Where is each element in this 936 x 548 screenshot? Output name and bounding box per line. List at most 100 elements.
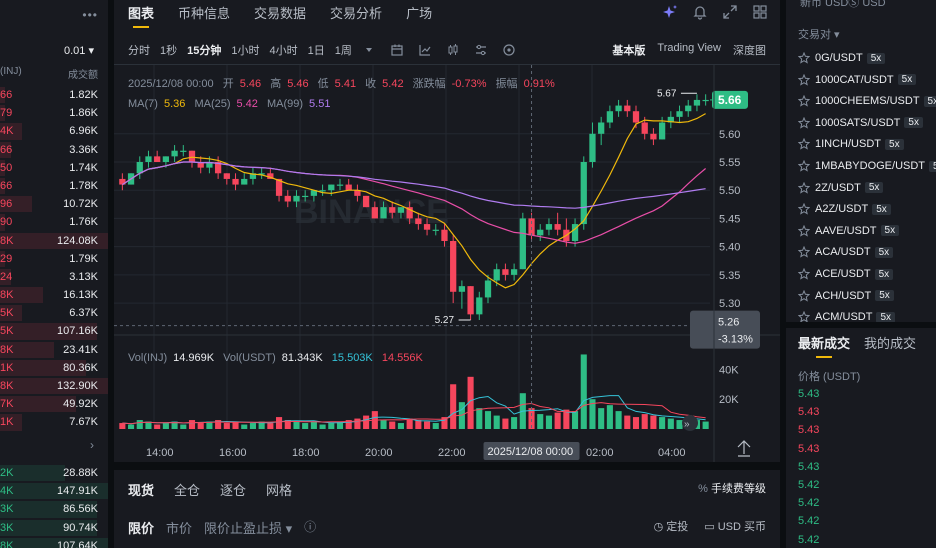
chart-tab-0[interactable]: 图表 [128,3,154,28]
star-icon[interactable] [797,51,811,64]
candle-body [328,184,335,191]
star-icon[interactable] [797,224,811,237]
star-icon[interactable] [797,116,811,129]
order-book-row[interactable]: 4K 6.96K [0,122,108,140]
pair-row[interactable]: ACA/USDT 5x [797,242,894,262]
order-book-row[interactable]: 3K 90.74K [0,519,108,537]
dca-button[interactable]: ◷ 定投 [654,518,689,534]
star-icon[interactable] [797,246,811,259]
bell-icon[interactable] [692,4,708,20]
pair-row[interactable]: 2Z/USDT 5x [797,178,884,198]
order-book-row[interactable]: 4K 147.91K [0,482,108,500]
pair-row[interactable]: 1000CAT/USDT 5x [797,70,917,90]
chart-tab-3[interactable]: 交易分析 [330,3,382,28]
interval-5[interactable]: 1日 [308,42,325,58]
order-book-row[interactable]: 8K 107.64K [0,537,108,548]
order-book-row[interactable]: 50 1.74K [0,159,108,177]
pair-row[interactable]: 0G/USDT 5x [797,48,886,68]
expand-icon[interactable] [722,4,738,20]
order-book-row[interactable]: 96 10.72K [0,195,108,213]
pair-row[interactable]: ACH/USDT 5x [797,286,894,306]
reset-axis-icon[interactable] [737,440,751,457]
trades-tab-0[interactable]: 最新成交 [798,333,850,358]
order-type-2[interactable]: 限价止盈止损 ▾ [204,518,292,537]
interval-0[interactable]: 分时 [128,42,150,58]
pair-row[interactable]: ACE/USDT 5x [797,264,894,284]
candlestick-chart[interactable]: BINANCE 5.675.27 5.605.555.505.455.405.3… [114,65,780,462]
interval-4[interactable]: 4小时 [270,42,298,58]
order-book-row[interactable]: 7K 49.92K [0,395,108,413]
settings-sliders-icon[interactable] [474,43,488,57]
order-book-row[interactable]: 8K 132.90K [0,377,108,395]
order-book-row[interactable]: 5K 107.16K [0,322,108,340]
view-option-0[interactable]: 基本版 [612,42,645,58]
star-icon[interactable] [797,138,811,151]
candle-body [441,229,448,241]
trade-tab-0[interactable]: 现货 [128,480,154,499]
pair-row[interactable]: A2Z/USDT 5x [797,199,891,219]
calendar-icon[interactable] [390,43,404,57]
star-icon[interactable] [797,181,811,194]
time-tick: 16:00 [219,447,247,459]
info-icon[interactable]: ⓘ [304,518,316,537]
fee-level[interactable]: % 手续费等级 [698,480,766,496]
caret-down-icon[interactable] [362,43,376,57]
leverage-badge: 5x [872,203,891,215]
star-icon[interactable] [797,94,811,107]
line-chart-icon[interactable] [418,43,432,57]
order-book-row[interactable]: 29 1.79K [0,250,108,268]
order-book-row[interactable]: 5K 6.37K [0,304,108,322]
order-book-row[interactable]: 3K 86.56K [0,500,108,518]
pair-row[interactable]: 1MBABYDOGE/USDT5x [797,156,936,176]
chart-tab-2[interactable]: 交易数据 [254,3,306,28]
star-icon[interactable] [797,202,811,215]
star-icon[interactable] [797,73,811,86]
order-book-row[interactable]: 24 3.13K [0,268,108,286]
volume-bar [389,421,396,429]
pair-row[interactable]: AAVE/USDT 5x [797,221,900,241]
order-book-row[interactable]: 8K 23.41K [0,341,108,359]
order-book-row[interactable]: 8K 16.13K [0,286,108,304]
interval-3[interactable]: 1小时 [231,42,259,58]
precision-select[interactable]: 0.01 ▾ [64,44,94,57]
more-dots-icon[interactable]: ••• [82,8,98,22]
pair-row[interactable]: 1000SATS/USDT 5x [797,113,923,133]
chart-tab-4[interactable]: 广场 [406,3,432,28]
star-icon[interactable] [797,159,811,172]
order-book-row[interactable]: 1K 80.36K [0,359,108,377]
grid-icon[interactable] [752,4,768,20]
pair-column-header[interactable]: 交易对 ▾ [798,26,840,42]
trades-tab-1[interactable]: 我的成交 [864,333,916,358]
star-icon[interactable] [797,289,811,302]
target-icon[interactable] [502,43,516,57]
view-option-1[interactable]: Trading View [657,42,721,58]
interval-6[interactable]: 1周 [335,42,352,58]
candle-body [371,207,378,219]
pair-row[interactable]: 1INCH/USDT 5x [797,134,904,154]
candles-icon[interactable] [446,43,460,57]
order-book-row[interactable]: 2K 28.88K [0,464,108,482]
order-book-row[interactable]: 90 1.76K [0,213,108,231]
view-option-2[interactable]: 深度图 [733,42,766,58]
interval-1[interactable]: 1秒 [160,42,177,58]
order-type-0[interactable]: 限价 [128,518,154,537]
candle-body [554,224,561,230]
order-book-row[interactable]: 66 1.82K [0,86,108,104]
market-tabs[interactable]: 新币 USDⓈ USD [800,0,886,10]
trade-tab-3[interactable]: 网格 [266,480,292,499]
order-book-row[interactable]: 66 1.78K [0,177,108,195]
interval-2[interactable]: 15分钟 [187,42,221,58]
buy-usd-button[interactable]: ▭ USD 买币 [704,518,766,534]
star-icon[interactable] [797,267,811,280]
trade-tab-1[interactable]: 全仓 [174,480,200,499]
chevron-right-icon[interactable]: › [90,438,94,452]
sparkle-icon[interactable] [662,4,678,20]
order-book-row[interactable]: 66 3.36K [0,141,108,159]
order-book-row[interactable]: 8K 124.08K [0,232,108,250]
order-book-row[interactable]: 1K 7.67K [0,413,108,431]
order-book-row[interactable]: 79 1.86K [0,104,108,122]
order-type-1[interactable]: 市价 [166,518,192,537]
pair-row[interactable]: 1000CHEEMS/USDT 5x [797,91,936,111]
chart-tab-1[interactable]: 币种信息 [178,3,230,28]
trade-tab-2[interactable]: 逐仓 [220,480,246,499]
